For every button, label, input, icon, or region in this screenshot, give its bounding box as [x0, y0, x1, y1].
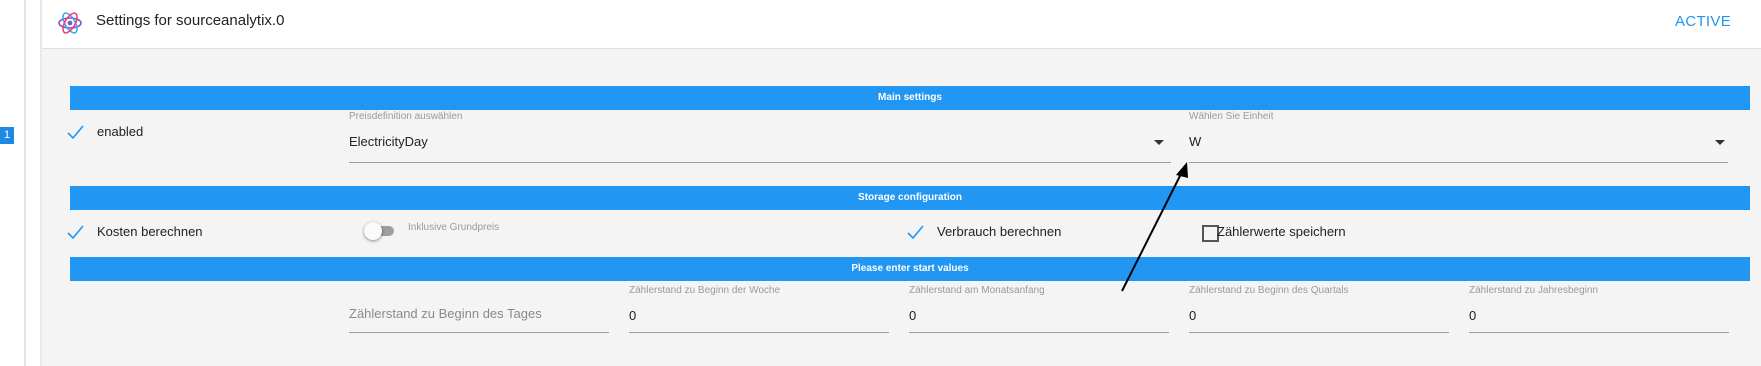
- unit-select-underline: [1189, 162, 1728, 163]
- unit-caret-down-icon[interactable]: [1715, 140, 1725, 145]
- status-active-label[interactable]: ACTIVE: [1675, 13, 1731, 30]
- settings-header: Settings for sourceanalytix.0 ACTIVE: [42, 0, 1761, 49]
- section-main-settings: Main settings: [70, 86, 1750, 110]
- enabled-check-icon[interactable]: [66, 123, 84, 141]
- gutter-divider: [24, 0, 26, 366]
- price-definition-label: Preisdefinition auswählen: [349, 111, 463, 122]
- week-start-label: Zählerstand zu Beginn der Woche: [629, 285, 781, 296]
- day-input-underline: [349, 332, 609, 333]
- left-gutter: [0, 0, 40, 366]
- quarter-start-input[interactable]: 0: [1189, 308, 1196, 323]
- consumption-label: Verbrauch berechnen: [937, 224, 1062, 239]
- costs-label: Kosten berechnen: [97, 224, 203, 239]
- consumption-check-icon[interactable]: [906, 223, 924, 241]
- base-price-label: Inklusive Grundpreis: [408, 222, 500, 233]
- row-number-badge: 1: [0, 127, 14, 144]
- year-input-underline: [1469, 332, 1729, 333]
- section-storage-configuration: Storage configuration: [70, 186, 1750, 210]
- annotation-arrow-icon: [1121, 162, 1188, 292]
- enabled-label: enabled: [97, 124, 144, 139]
- month-start-label: Zählerstand am Monatsanfang: [909, 285, 1045, 296]
- costs-check-icon[interactable]: [66, 223, 84, 241]
- price-definition-select[interactable]: ElectricityDay: [349, 134, 428, 149]
- week-input-underline: [629, 332, 889, 333]
- base-price-toggle[interactable]: [364, 222, 382, 240]
- sourceanalytix-logo-icon: [58, 12, 82, 34]
- week-start-input[interactable]: 0: [629, 308, 636, 323]
- price-caret-down-icon[interactable]: [1154, 140, 1164, 145]
- year-start-label: Zählerstand zu Jahresbeginn: [1469, 285, 1598, 296]
- price-select-underline: [349, 162, 1171, 163]
- year-start-input[interactable]: 0: [1469, 308, 1476, 323]
- unit-label: Wählen Sie Einheit: [1189, 111, 1274, 122]
- month-input-underline: [909, 332, 1169, 333]
- day-start-input[interactable]: Zählerstand zu Beginn des Tages: [349, 306, 542, 321]
- unit-select[interactable]: W: [1189, 134, 1201, 149]
- quarter-input-underline: [1189, 332, 1449, 333]
- page-title: Settings for sourceanalytix.0: [96, 12, 285, 29]
- month-start-input[interactable]: 0: [909, 308, 916, 323]
- panel-border: [40, 0, 42, 366]
- quarter-start-label: Zählerstand zu Beginn des Quartals: [1189, 285, 1349, 296]
- section-start-values: Please enter start values: [70, 257, 1750, 281]
- meter-values-label: Zählerwerte speichern: [1217, 224, 1346, 239]
